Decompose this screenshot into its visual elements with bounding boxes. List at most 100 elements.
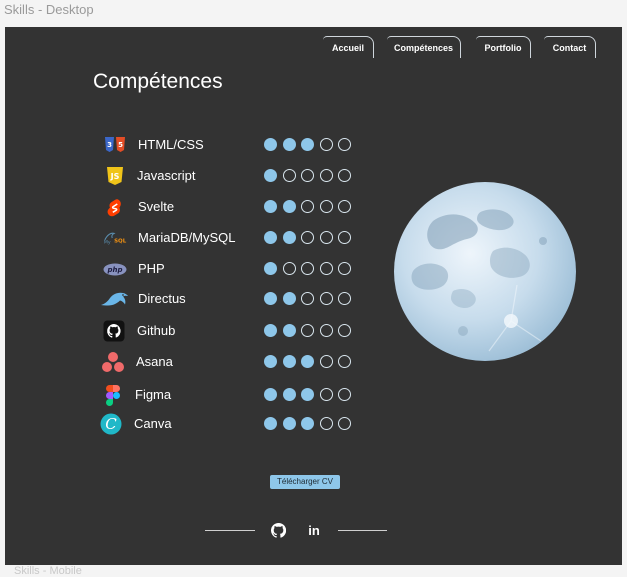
canva-icon: C: [99, 412, 123, 436]
skill-label: Figma: [135, 387, 172, 402]
rating-dot-filled: [264, 138, 277, 151]
github-icon[interactable]: [270, 522, 286, 538]
mysql-icon: SQL My: [103, 226, 127, 250]
skill-label: PHP: [138, 261, 165, 276]
page-title: Compétences: [93, 70, 223, 93]
skill-row: 35 HTML/CSS: [5, 133, 622, 157]
skill-rating: [264, 355, 351, 369]
rating-dot-filled: [282, 231, 296, 244]
javascript-icon: JS: [103, 164, 127, 188]
rating-dot-empty: [319, 292, 333, 305]
rating-dot-empty: [301, 169, 314, 182]
rating-dot-empty: [319, 262, 333, 275]
rating-dot-empty: [282, 169, 296, 182]
svg-text:C: C: [105, 415, 117, 433]
skill-rating: [264, 324, 351, 338]
skill-label: MariaDB/MySQL: [138, 230, 236, 245]
rating-dot-filled: [264, 169, 277, 182]
frame-title: Skills - Desktop: [4, 2, 94, 17]
rating-dot-empty: [319, 417, 333, 430]
skill-rating: [264, 200, 351, 214]
skill-rating: [264, 138, 351, 152]
rating-dot-empty: [319, 388, 333, 401]
rating-dot-empty: [338, 231, 351, 244]
svg-text:SQL: SQL: [114, 239, 127, 245]
asana-icon: [101, 350, 125, 374]
rating-dot-empty: [338, 262, 351, 275]
rating-dot-empty: [338, 324, 351, 337]
skill-rating: [264, 417, 351, 431]
rating-dot-empty: [319, 231, 333, 244]
skill-rating: [264, 231, 351, 245]
rating-dot-empty: [338, 388, 351, 401]
skill-rating: [264, 262, 351, 276]
skill-rating: [264, 292, 351, 306]
rating-dot-filled: [282, 355, 296, 368]
rating-dot-filled: [301, 138, 314, 151]
rating-dot-filled: [301, 388, 314, 401]
rating-dot-filled: [264, 355, 277, 368]
rating-dot-empty: [319, 324, 333, 337]
rating-dot-empty: [338, 292, 351, 305]
directus-icon: [99, 287, 131, 311]
rating-dot-empty: [301, 262, 314, 275]
nav-item-competences[interactable]: Compétences: [387, 36, 461, 58]
rating-dot-empty: [301, 231, 314, 244]
moon-illustration: [394, 182, 576, 361]
rating-dot-filled: [301, 355, 314, 368]
skill-row: C Canva: [5, 412, 622, 436]
svg-text:3: 3: [107, 141, 112, 149]
rating-dot-empty: [301, 324, 314, 337]
rating-dot-empty: [338, 417, 351, 430]
rating-dot-empty: [338, 355, 351, 368]
rating-dot-empty: [338, 169, 351, 182]
nav-item-contact[interactable]: Contact: [544, 36, 596, 58]
github-icon: [102, 319, 126, 343]
rating-dot-filled: [282, 388, 296, 401]
html-css-icon: 35: [103, 133, 127, 157]
skill-label: HTML/CSS: [138, 137, 204, 152]
svg-text:JS: JS: [110, 172, 120, 181]
rating-dot-filled: [264, 292, 277, 305]
footer-divider-right: [338, 530, 387, 531]
linkedin-icon[interactable]: in: [306, 522, 322, 538]
skill-row: Figma: [5, 383, 622, 407]
nav-item-accueil[interactable]: Accueil: [323, 36, 374, 58]
rating-dot-filled: [282, 324, 296, 337]
footer-divider-left: [205, 530, 255, 531]
rating-dot-filled: [282, 138, 296, 151]
svg-text:php: php: [106, 266, 122, 274]
rating-dot-empty: [338, 138, 351, 151]
svg-text:5: 5: [118, 141, 123, 149]
rating-dot-empty: [301, 200, 314, 213]
download-cv-button[interactable]: Télécharger CV: [270, 475, 340, 489]
svg-text:My: My: [104, 240, 111, 246]
rating-dot-empty: [319, 138, 333, 151]
rating-dot-filled: [282, 417, 296, 430]
rating-dot-empty: [319, 355, 333, 368]
rating-dot-empty: [319, 169, 333, 182]
rating-dot-filled: [264, 388, 277, 401]
skill-label: Canva: [134, 416, 172, 431]
rating-dot-filled: [264, 231, 277, 244]
skill-label: Svelte: [138, 199, 175, 214]
php-icon: php: [103, 257, 127, 281]
rating-dot-filled: [264, 417, 277, 430]
rating-dot-empty: [319, 200, 333, 213]
skill-label: Asana: [136, 354, 173, 369]
desktop-canvas: Accueil Compétences Portfolio Contact Co…: [5, 27, 622, 565]
skill-label: Directus: [138, 291, 186, 306]
rating-dot-filled: [301, 417, 314, 430]
skill-label: Github: [137, 323, 176, 338]
top-navigation: Accueil Compétences Portfolio Contact: [5, 36, 622, 58]
rating-dot-filled: [264, 200, 277, 213]
skill-label: Javascript: [137, 168, 196, 183]
skill-rating: [264, 169, 351, 183]
next-frame-title: Skills - Mobile: [14, 565, 82, 577]
rating-dot-empty: [301, 292, 314, 305]
nav-item-portfolio[interactable]: Portfolio: [476, 36, 531, 58]
rating-dot-filled: [282, 292, 296, 305]
rating-dot-empty: [282, 262, 296, 275]
rating-dot-empty: [338, 200, 351, 213]
skill-rating: [264, 388, 351, 402]
